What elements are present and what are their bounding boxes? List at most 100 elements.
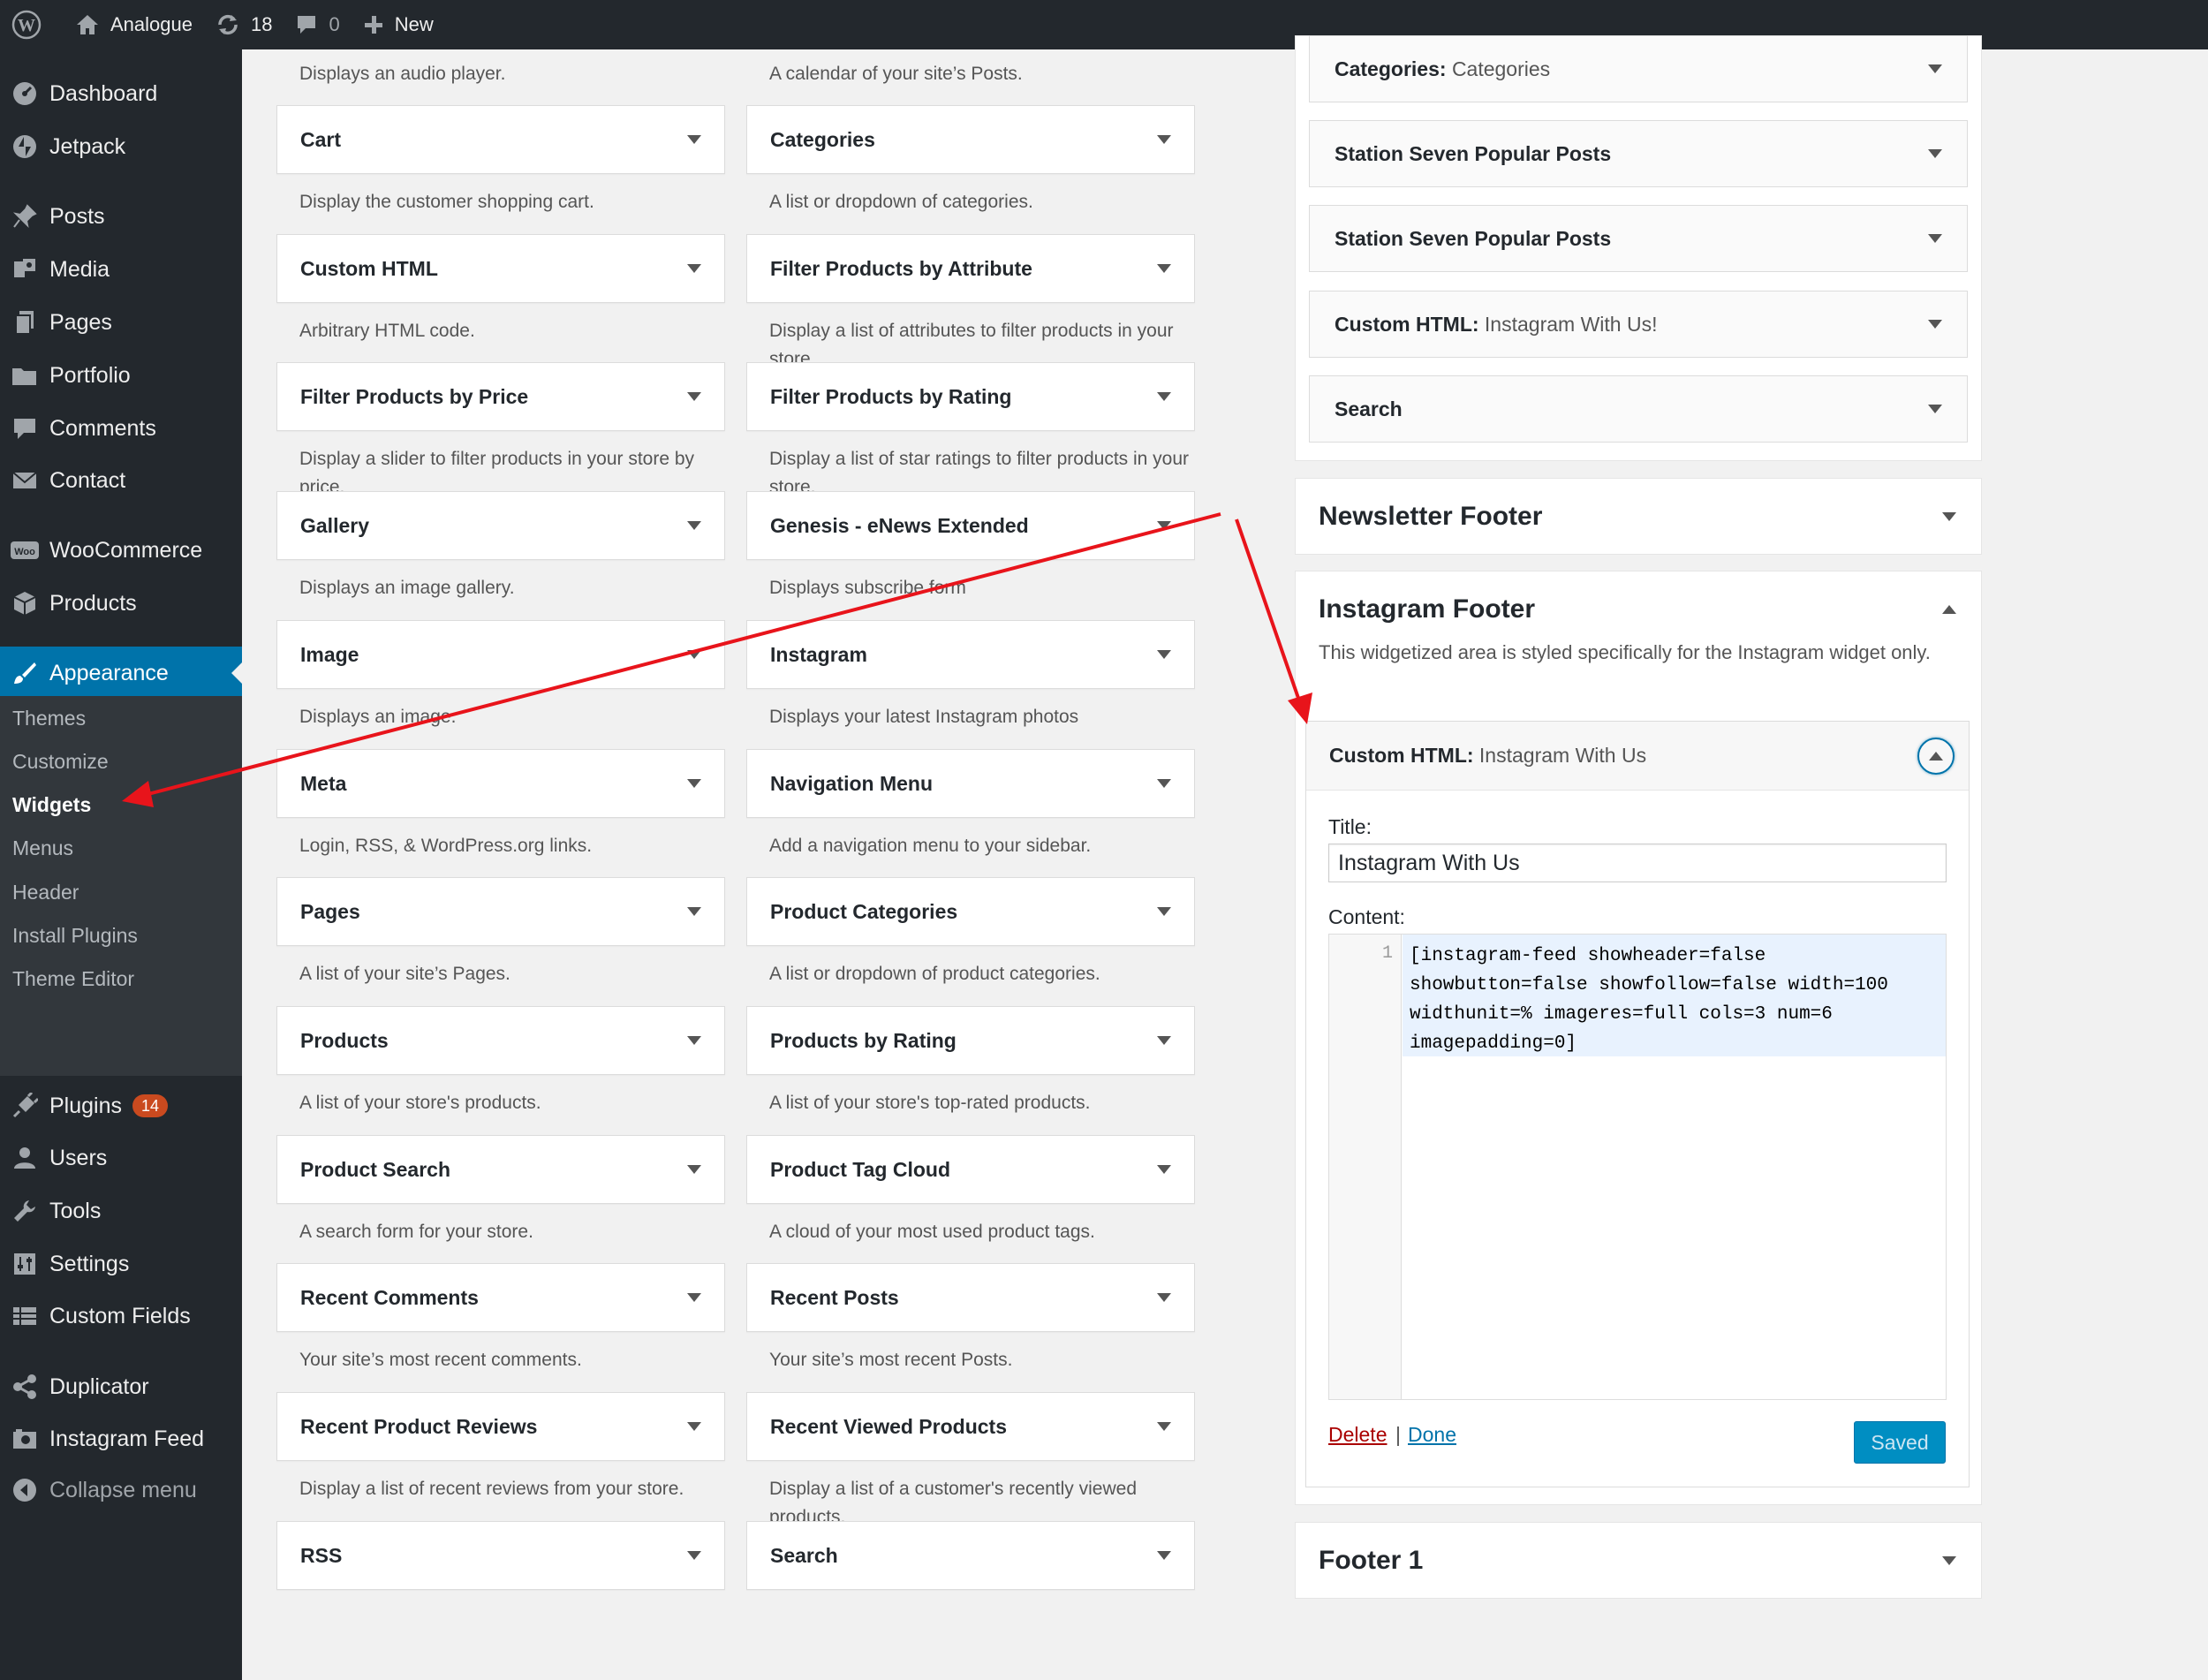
- widget-card[interactable]: Image: [276, 620, 725, 689]
- expand-arrow-icon[interactable]: [1157, 1422, 1171, 1431]
- collapse-widget-button[interactable]: [1917, 737, 1955, 775]
- widget-card[interactable]: Gallery: [276, 491, 725, 560]
- widget-card[interactable]: Cart: [276, 105, 725, 174]
- expand-arrow-icon[interactable]: [687, 779, 701, 788]
- nav-appearance[interactable]: Appearance: [0, 647, 242, 700]
- nav-products[interactable]: Products: [0, 577, 242, 630]
- expand-arrow-icon[interactable]: [1157, 1036, 1171, 1045]
- nav-users[interactable]: Users: [0, 1131, 242, 1184]
- submenu-widgets[interactable]: Widgets: [12, 793, 91, 817]
- nav-media[interactable]: Media: [0, 243, 242, 296]
- submenu-menus[interactable]: Menus: [12, 836, 73, 860]
- expand-arrow-icon[interactable]: [687, 650, 701, 659]
- expand-arrow-icon[interactable]: [1157, 779, 1171, 788]
- widget-card[interactable]: Filter Products by Attribute: [746, 234, 1195, 303]
- expand-arrow-icon[interactable]: [687, 1551, 701, 1560]
- new-content-link[interactable]: New: [352, 0, 445, 49]
- nav-dashboard[interactable]: Dashboard: [0, 67, 242, 120]
- widget-card[interactable]: RSS: [276, 1521, 725, 1590]
- widget-card[interactable]: Custom HTML: [276, 234, 725, 303]
- footer-1-area[interactable]: Footer 1: [1295, 1522, 1982, 1599]
- nav-duplicator[interactable]: Duplicator: [0, 1360, 242, 1413]
- widget-card[interactable]: Recent Posts: [746, 1263, 1195, 1332]
- expand-arrow-icon[interactable]: [687, 135, 701, 144]
- expand-arrow-icon[interactable]: [687, 907, 701, 916]
- nav-posts[interactable]: Posts: [0, 190, 242, 243]
- widget-card[interactable]: Product Search: [276, 1135, 725, 1204]
- submenu-themes[interactable]: Themes: [12, 707, 86, 730]
- widget-card[interactable]: Navigation Menu: [746, 749, 1195, 818]
- widget-card[interactable]: Recent Comments: [276, 1263, 725, 1332]
- expand-arrow-icon[interactable]: [1157, 264, 1171, 273]
- expand-arrow-icon[interactable]: [1942, 511, 1956, 521]
- area-widget[interactable]: Station Seven Popular Posts: [1309, 120, 1968, 187]
- area-widget[interactable]: Custom HTML: Instagram With Us!: [1309, 291, 1968, 358]
- nav-instagram-feed[interactable]: Instagram Feed: [0, 1412, 242, 1465]
- nav-custom-fields[interactable]: Custom Fields: [0, 1290, 242, 1343]
- nav-portfolio[interactable]: Portfolio: [0, 349, 242, 402]
- nav-contact[interactable]: Contact: [0, 454, 242, 507]
- expand-arrow-icon[interactable]: [687, 264, 701, 273]
- submenu-customize[interactable]: Customize: [12, 750, 109, 774]
- widget-card[interactable]: Search: [746, 1521, 1195, 1590]
- submenu-theme-editor[interactable]: Theme Editor: [12, 967, 134, 991]
- expand-arrow-icon[interactable]: [1928, 64, 1942, 73]
- widget-card[interactable]: Recent Viewed Products: [746, 1392, 1195, 1461]
- area-widget[interactable]: Station Seven Popular Posts: [1309, 205, 1968, 272]
- newsletter-footer-area[interactable]: Newsletter Footer: [1295, 478, 1982, 555]
- expand-arrow-icon[interactable]: [1157, 650, 1171, 659]
- expand-arrow-icon[interactable]: [687, 392, 701, 401]
- saved-button[interactable]: Saved: [1854, 1421, 1946, 1464]
- area-widget[interactable]: Search: [1309, 375, 1968, 443]
- widget-card[interactable]: Instagram: [746, 620, 1195, 689]
- expand-arrow-icon[interactable]: [1928, 149, 1942, 158]
- expand-arrow-icon[interactable]: [1928, 320, 1942, 329]
- expand-arrow-icon[interactable]: [1928, 405, 1942, 413]
- widget-card[interactable]: Products by Rating: [746, 1006, 1195, 1075]
- widget-card[interactable]: Genesis - eNews Extended: [746, 491, 1195, 560]
- nav-tools[interactable]: Tools: [0, 1184, 242, 1237]
- nav-settings[interactable]: Settings: [0, 1237, 242, 1290]
- done-link[interactable]: Done: [1408, 1423, 1456, 1447]
- nav-pages[interactable]: Pages: [0, 296, 242, 349]
- widget-card[interactable]: Product Tag Cloud: [746, 1135, 1195, 1204]
- widget-header[interactable]: Custom HTML: Instagram With Us: [1306, 722, 1969, 791]
- updates-link[interactable]: 18: [204, 0, 284, 49]
- widget-card[interactable]: Filter Products by Price: [276, 362, 725, 431]
- widget-card[interactable]: Product Categories: [746, 877, 1195, 946]
- expand-arrow-icon[interactable]: [1157, 1551, 1171, 1560]
- nav-plugins[interactable]: Plugins 14: [0, 1079, 242, 1132]
- expand-arrow-icon[interactable]: [1157, 521, 1171, 530]
- nav-woocommerce[interactable]: Woo WooCommerce: [0, 524, 242, 577]
- wordpress-logo-icon[interactable]: W: [0, 0, 64, 49]
- code-content[interactable]: [instagram-feed showheader=false showbut…: [1403, 935, 1946, 1056]
- widget-card[interactable]: Meta: [276, 749, 725, 818]
- code-editor[interactable]: 1 [instagram-feed showheader=false showb…: [1328, 934, 1947, 1400]
- expand-arrow-icon[interactable]: [1157, 392, 1171, 401]
- comments-link[interactable]: 0: [284, 0, 351, 49]
- area-widget[interactable]: Categories: Categories: [1309, 35, 1968, 102]
- expand-arrow-icon[interactable]: [1157, 1293, 1171, 1302]
- expand-arrow-icon[interactable]: [687, 1293, 701, 1302]
- expand-arrow-icon[interactable]: [687, 521, 701, 530]
- title-input[interactable]: [1328, 844, 1947, 882]
- expand-arrow-icon[interactable]: [687, 1036, 701, 1045]
- widget-card[interactable]: Recent Product Reviews: [276, 1392, 725, 1461]
- expand-arrow-icon[interactable]: [1157, 135, 1171, 144]
- expand-arrow-icon[interactable]: [1942, 1555, 1956, 1565]
- widget-card[interactable]: Filter Products by Rating: [746, 362, 1195, 431]
- widget-card[interactable]: Pages: [276, 877, 725, 946]
- expand-arrow-icon[interactable]: [687, 1422, 701, 1431]
- widget-card[interactable]: Categories: [746, 105, 1195, 174]
- delete-link[interactable]: Delete: [1328, 1423, 1387, 1447]
- collapse-arrow-icon[interactable]: [1942, 605, 1956, 614]
- submenu-header[interactable]: Header: [12, 881, 79, 904]
- expand-arrow-icon[interactable]: [687, 1165, 701, 1174]
- nav-jetpack[interactable]: Jetpack: [0, 120, 242, 173]
- site-name-link[interactable]: Analogue: [64, 0, 204, 49]
- expand-arrow-icon[interactable]: [1157, 907, 1171, 916]
- widget-card[interactable]: Products: [276, 1006, 725, 1075]
- nav-comments[interactable]: Comments: [0, 402, 242, 455]
- submenu-install-plugins[interactable]: Install Plugins: [12, 924, 138, 948]
- collapse-menu-button[interactable]: Collapse menu: [0, 1464, 242, 1517]
